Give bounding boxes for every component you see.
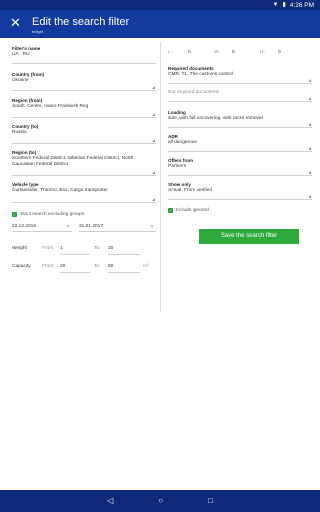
weight-to-input[interactable]: 20: [108, 246, 140, 255]
recent-apps-icon[interactable]: □: [208, 497, 213, 505]
date-to-input[interactable]: 31.01.2017 ✕: [79, 223, 156, 232]
checkbox-checked-icon[interactable]: ✓: [168, 208, 173, 213]
dropdown-icon: [308, 97, 311, 100]
status-time: 4:26 PM: [289, 1, 314, 9]
required-documents-select[interactable]: Required documents CMR, T1, The customs …: [168, 66, 312, 84]
dropdown-icon: [308, 123, 311, 126]
filter-name-field[interactable]: Filter's name UA - RU: [12, 46, 156, 64]
loading-value: side, with full uncovering, with racks r…: [168, 116, 263, 121]
capacity-to-label: To:: [94, 264, 101, 269]
dims-inputs: L: 0 W: 0 H: 0: [168, 42, 312, 55]
show-only-select[interactable]: Show only Actual, From verified: [168, 182, 312, 200]
app-bar: ✕ Edit the search filter freight: [0, 10, 320, 38]
offers-from-select[interactable]: Offers from Partners: [168, 158, 312, 176]
dropdown-icon: [308, 171, 311, 174]
date-from-value: 22.12.2016: [12, 224, 37, 229]
clear-date-from-icon[interactable]: ✕: [66, 223, 70, 231]
weight-from-label: From:: [42, 246, 55, 251]
dim-w-input[interactable]: 0: [232, 50, 235, 55]
capacity-from-label: From:: [42, 264, 55, 269]
dim-w-label: W:: [214, 50, 220, 55]
region-to-value: Southern Federal District, Siberian Fede…: [12, 156, 134, 167]
adr-select[interactable]: ADR all dangerous: [168, 134, 312, 152]
filter-form: Filter's name UA - RU Country (from) Ukr…: [0, 38, 320, 490]
not-required-documents-placeholder: Not required documents: [168, 90, 220, 95]
include-ignored-checkbox[interactable]: ✓ Include ignored: [168, 208, 209, 213]
date-from-input[interactable]: 22.12.2016 ✕: [12, 223, 72, 232]
adr-value: all dangerous: [168, 140, 197, 145]
weight-to-label: To:: [94, 246, 101, 251]
page-title: Edit the search filter: [32, 16, 130, 28]
date-to-value: 31.01.2017: [79, 224, 104, 229]
weight-label: Weight: [12, 246, 27, 251]
filter-name-value[interactable]: UA - RU: [12, 52, 156, 58]
include-ignored-label: Include ignored: [176, 208, 209, 213]
dropdown-icon: [152, 86, 155, 89]
status-bar: ▼ ▮ 4:26 PM: [0, 0, 320, 10]
country-to-select[interactable]: Country (to) Russia: [12, 124, 156, 144]
dropdown-icon: [308, 195, 311, 198]
capacity-label: Capacity: [12, 264, 31, 269]
checkbox-checked-icon[interactable]: ✓: [12, 212, 17, 217]
column-divider: [160, 42, 161, 312]
region-from-select[interactable]: Region (from) South, Centre, Ivano-Frank…: [12, 98, 156, 118]
dropdown-icon: [308, 79, 311, 82]
dropdown-icon: [152, 139, 155, 142]
dim-h-input[interactable]: 0: [278, 50, 281, 55]
strict-search-label: Strict search excluding groups: [20, 212, 85, 217]
wifi-icon: ▼: [272, 2, 279, 8]
not-required-documents-select[interactable]: Not required documents: [168, 90, 312, 102]
clear-date-to-icon[interactable]: ✕: [150, 223, 154, 231]
capacity-range: Capacity From: 20 To: 50 m³: [12, 264, 156, 274]
capacity-unit: m³: [143, 264, 149, 269]
weight-range: Weight From: 1 To: 20: [12, 246, 156, 256]
vehicle-type-select[interactable]: Vehicle type Curtainsider, Thermo, Box, …: [12, 182, 156, 203]
navigation-bar: ◁ ○ □: [0, 490, 320, 512]
dropdown-icon: [152, 113, 155, 116]
dim-h-label: H:: [260, 50, 265, 55]
battery-icon: ▮: [282, 2, 286, 8]
dropdown-icon: [152, 198, 155, 201]
vehicle-type-value: Curtainsider, Thermo, Box, Cargo transpo…: [12, 188, 108, 193]
capacity-from-input[interactable]: 20: [60, 264, 90, 273]
close-icon[interactable]: ✕: [10, 16, 21, 30]
weight-from-input[interactable]: 1: [60, 246, 90, 255]
dim-l-input[interactable]: 0: [188, 50, 191, 55]
save-search-filter-button[interactable]: Save the search filter: [199, 229, 299, 244]
country-from-value: Ukraine: [12, 78, 29, 83]
dropdown-icon: [152, 171, 155, 174]
show-only-value: Actual, From verified: [168, 188, 212, 193]
dropdown-icon: [308, 147, 311, 150]
required-documents-value: CMR, T1, The customs control: [168, 72, 233, 77]
back-icon[interactable]: ◁: [107, 497, 113, 505]
strict-search-checkbox[interactable]: ✓ Strict search excluding groups: [12, 212, 84, 217]
dim-l-label: L:: [168, 50, 173, 55]
page-subtitle: freight: [32, 29, 44, 34]
home-icon[interactable]: ○: [158, 497, 163, 505]
region-from-value: South, Centre, Ivano-Frankivsk Reg: [12, 104, 89, 109]
country-from-select[interactable]: Country (from) Ukraine: [12, 72, 156, 91]
region-to-select[interactable]: Region (to) Southern Federal District, S…: [12, 150, 156, 176]
offers-from-value: Partners: [168, 164, 187, 169]
capacity-to-input[interactable]: 50: [108, 264, 140, 273]
loading-select[interactable]: Loading side, with full uncovering, with…: [168, 110, 312, 128]
country-to-value: Russia: [12, 130, 27, 135]
